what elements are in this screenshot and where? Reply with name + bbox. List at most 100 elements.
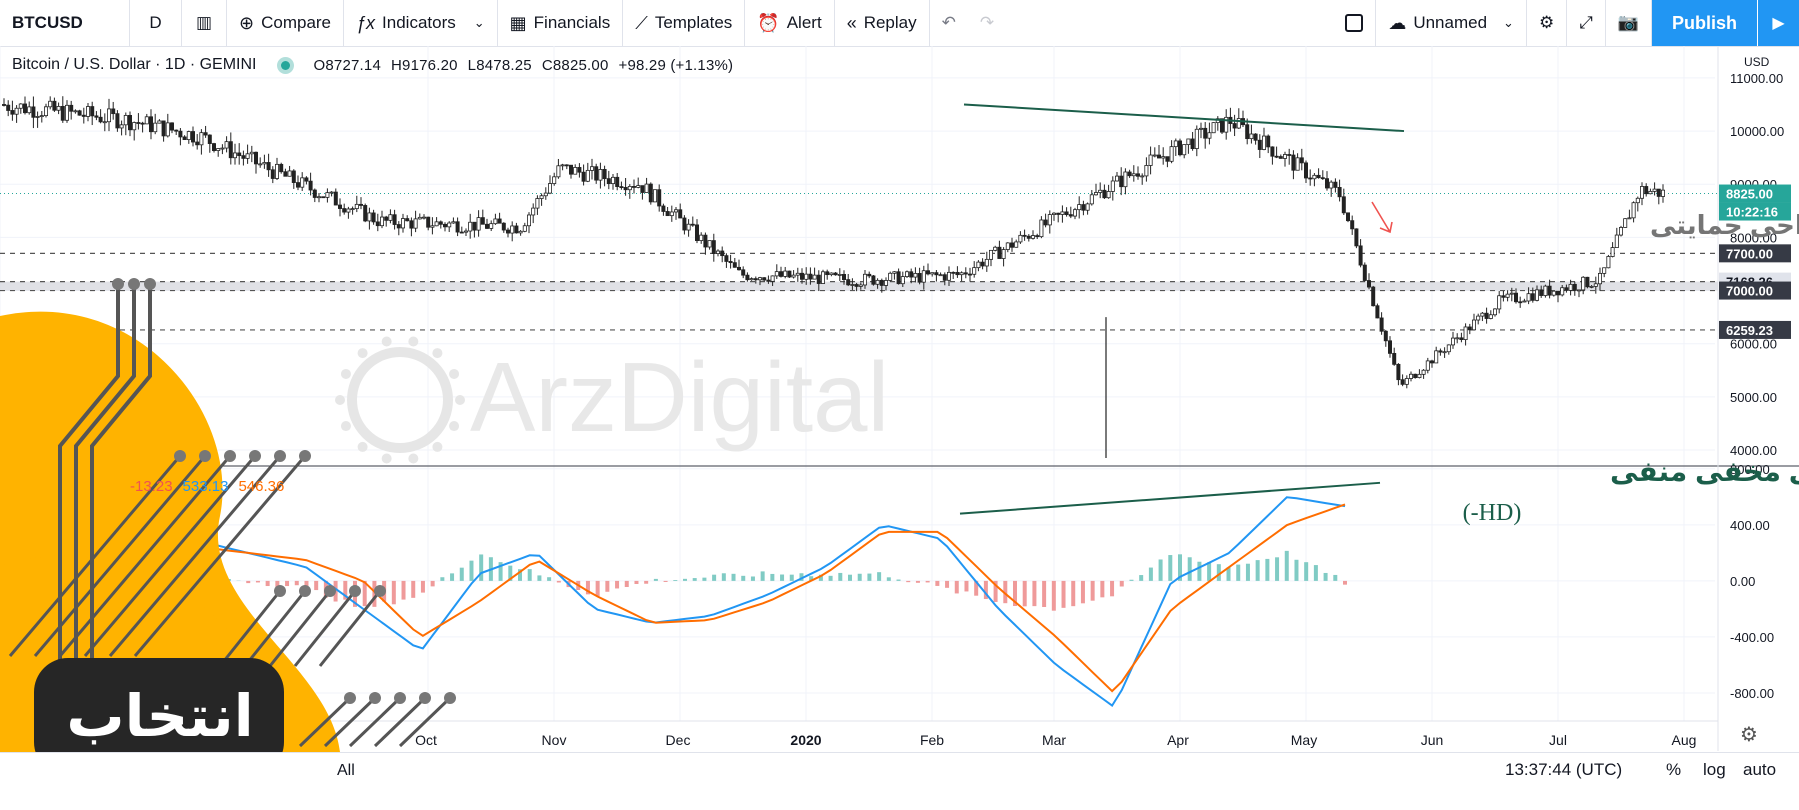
macd-hist-bar (246, 580, 251, 584)
macd-hist-bar (1255, 560, 1260, 581)
macd-hist-bar (1207, 562, 1212, 581)
candle-body (1031, 235, 1036, 239)
candle-body (510, 225, 515, 234)
candle-body (976, 261, 981, 269)
candle-body (1144, 165, 1149, 177)
candle-body (283, 171, 288, 177)
layout-name-button[interactable]: ☁ Unnamed ⌄ (1376, 0, 1527, 46)
candle-body (497, 218, 502, 224)
candle-body (560, 164, 565, 167)
candle-body (1409, 373, 1414, 379)
candle-body (732, 262, 737, 268)
candle-body (791, 274, 796, 278)
macd-hist-bar (945, 580, 950, 588)
candle-body (808, 273, 813, 280)
price-tick-label: 11000.00 (1730, 71, 1783, 86)
percent-toggle[interactable]: % (1666, 760, 1681, 780)
candle-body (1005, 242, 1010, 250)
time-tick-label: Oct (415, 732, 437, 748)
compare-button[interactable]: ⊕ Compare (227, 0, 345, 46)
macd-hist-bar (683, 578, 687, 581)
candle-body (972, 267, 977, 275)
candle-body (1119, 175, 1124, 188)
macd-hist-bar (1187, 557, 1192, 581)
alert-label: Alert (786, 13, 822, 32)
macd-hist-bar (644, 580, 649, 584)
watermark-dot (381, 336, 392, 347)
macd-hist-bar (1197, 561, 1202, 581)
publish-button[interactable]: Publish (1651, 0, 1757, 46)
candle-body (417, 216, 422, 220)
candle-body (942, 274, 947, 281)
macd-hist-bar (450, 573, 455, 581)
templates-button[interactable]: ⟋ Templates (623, 0, 746, 46)
candle-body (1081, 204, 1086, 211)
watermark-dot (449, 368, 460, 379)
candle-body (858, 284, 863, 287)
date-range-all[interactable]: All (337, 762, 355, 780)
candle-body (1350, 220, 1355, 230)
candle-body (270, 169, 275, 179)
interval-button[interactable]: D (130, 0, 182, 46)
candle-body (190, 131, 195, 143)
layout-square-button[interactable] (1333, 0, 1377, 46)
candle-body (1388, 340, 1393, 354)
candle-body (123, 115, 128, 126)
candle-body (951, 271, 956, 274)
macd-hist-bar (1139, 575, 1144, 581)
candle-body (333, 191, 338, 206)
axis-settings-icon[interactable]: ⚙ (1740, 722, 1758, 747)
candle-body (262, 162, 267, 165)
redo-button[interactable]: ↷ (968, 0, 1006, 46)
settings-button[interactable]: ⚙ (1527, 0, 1568, 46)
candles-icon: ▥ (195, 13, 213, 32)
candle-body (758, 277, 763, 281)
candle-body (65, 104, 70, 121)
candle-body (174, 129, 179, 132)
candle-body (795, 272, 800, 276)
candle-body (804, 273, 809, 280)
candle-body (674, 209, 679, 213)
play-button[interactable]: ▶ (1757, 0, 1799, 46)
macd-hist-bar (556, 580, 561, 583)
fullscreen-button[interactable]: ⤢ (1567, 0, 1606, 46)
candle-body (1001, 249, 1006, 259)
time-tick-label: Dec (666, 732, 691, 748)
candle-body (787, 270, 792, 278)
watermark-dot (432, 348, 443, 359)
candle-body (140, 122, 145, 125)
macd-hist-bar (877, 572, 882, 581)
horizontal-levels (0, 193, 1718, 331)
candle-body (745, 274, 750, 281)
compare-label: Compare (261, 13, 332, 32)
candle-body (1535, 289, 1540, 301)
chart-type-button[interactable]: ▥ (182, 0, 227, 46)
candle-body (577, 167, 582, 173)
macd-hist-bar (537, 575, 542, 581)
candle-body (1425, 360, 1430, 371)
candle-body (1652, 188, 1657, 192)
chart-canvas[interactable]: ArzDigital 4000.005000.006000.007000.008… (0, 46, 1799, 752)
cloud-icon: ☁ (1388, 12, 1407, 33)
candle-body (144, 116, 149, 125)
circuit-node (299, 585, 311, 597)
financials-button[interactable]: ▦ Financials (498, 0, 624, 46)
indicators-button[interactable]: ƒx Indicators ⌄ (344, 0, 498, 46)
candle-body (1262, 135, 1267, 150)
symbol-search[interactable]: BTCUSD (0, 0, 130, 46)
macd-hist-bar (1313, 565, 1318, 581)
auto-toggle[interactable]: auto (1743, 760, 1776, 780)
candle-body (169, 122, 174, 131)
snapshot-button[interactable]: 📷 (1606, 0, 1652, 46)
macd-hist-bar (954, 580, 959, 594)
log-toggle[interactable]: log (1703, 760, 1726, 780)
candle-body (917, 273, 922, 283)
candle-body (842, 273, 847, 280)
replay-button[interactable]: « Replay (835, 0, 930, 46)
alert-button[interactable]: ⏰ Alert (745, 0, 835, 46)
candle-body (1085, 203, 1090, 211)
candle-body (165, 122, 170, 137)
undo-button[interactable]: ↶ (930, 0, 968, 46)
candle-body (816, 274, 821, 284)
gear-icon: ⚙ (1538, 13, 1555, 32)
